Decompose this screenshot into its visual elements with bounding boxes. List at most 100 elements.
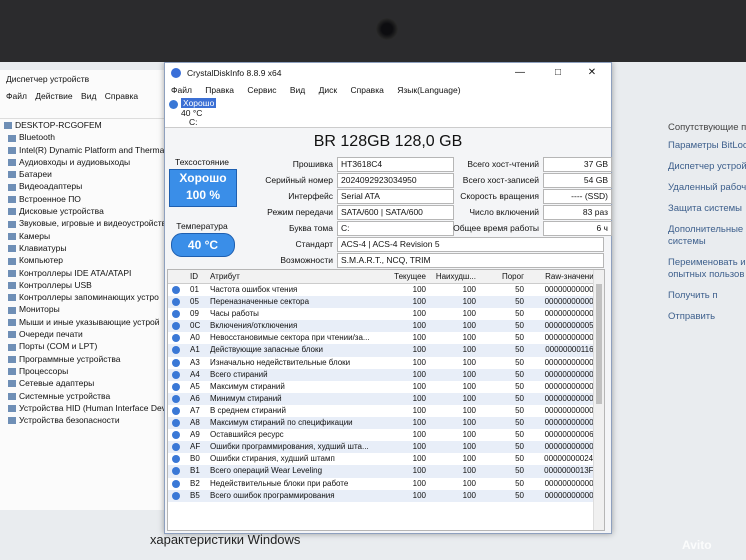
tree-item[interactable]: Аудиовходы и аудиовыходы xyxy=(2,156,168,168)
attr-threshold: 50 xyxy=(515,430,524,440)
laptop-bezel xyxy=(0,0,746,62)
smart-table[interactable]: ID Атрибут Текущее Наихудш... Порог Raw-… xyxy=(167,269,605,531)
tree-item[interactable]: Камеры xyxy=(2,230,168,242)
disk-selector[interactable]: Хорошо 40 °C C: xyxy=(165,97,611,128)
table-row[interactable]: 09 Часы работы 100 100 50 000000000006 xyxy=(168,308,604,320)
menu-view[interactable]: Вид xyxy=(290,85,305,95)
tree-item[interactable]: Контроллеры запоминающих устро xyxy=(2,291,168,303)
menu-service[interactable]: Сервис xyxy=(247,85,276,95)
table-row[interactable]: A9 Оставшийся ресурс 100 100 50 000000000064 xyxy=(168,429,604,441)
tree-item[interactable]: Батареи xyxy=(2,168,168,180)
device-category-icon xyxy=(8,146,16,154)
tree-item[interactable]: Мыши и иные указывающие устрой xyxy=(2,316,168,328)
related-link[interactable]: Удаленный рабоч xyxy=(668,182,746,194)
attr-id: B1 xyxy=(190,466,200,476)
tree-item[interactable]: Контроллеры IDE ATA/ATAPI xyxy=(2,267,168,279)
attr-name: Всего стираний xyxy=(210,369,268,379)
table-row[interactable]: A4 Всего стираний 100 100 50 000000000000 xyxy=(168,368,604,381)
tree-item[interactable]: Intel(R) Dynamic Platform and Therma xyxy=(2,144,168,156)
device-category-icon xyxy=(8,245,16,253)
rotation-value: ---- (SSD) xyxy=(543,189,612,204)
attr-raw: 000000000000 xyxy=(544,333,598,343)
attr-name: Максимум стираний по спецификации xyxy=(210,418,353,428)
tree-item[interactable]: Процессоры xyxy=(2,365,168,377)
table-row[interactable]: A5 Максимум стираний 100 100 50 000000000000 xyxy=(168,381,604,393)
table-row[interactable]: A7 В среднем стираний 100 100 50 000000000000 xyxy=(168,405,604,417)
table-row[interactable]: B2 Недействительные блоки при работе 100 10… xyxy=(168,478,604,490)
col-attribute[interactable]: Атрибут xyxy=(210,270,374,283)
table-row[interactable]: A0 Невосстановимые сектора при чтении/за.… xyxy=(168,332,604,344)
tree-item[interactable]: Bluetooth xyxy=(2,131,168,143)
table-row[interactable]: 01 Частота ошибок чтения 100 100 50 000000000… xyxy=(168,284,604,296)
tree-item[interactable]: Клавиатуры xyxy=(2,242,168,254)
menu-disk[interactable]: Диск xyxy=(319,85,337,95)
smart-table-scrollbar[interactable] xyxy=(593,270,604,530)
attr-id: B2 xyxy=(190,478,200,488)
col-raw[interactable]: Raw-значения xyxy=(526,270,598,283)
tree-root-computer[interactable]: DESKTOP-RCGOFEM xyxy=(2,119,168,131)
scrollbar-thumb[interactable] xyxy=(596,284,602,404)
table-row[interactable]: A8 Максимум стираний по спецификации 100 10… xyxy=(168,417,604,430)
menu-help[interactable]: Справка xyxy=(350,85,383,95)
table-row[interactable]: 05 Переназначенные сектора 100 100 50 0000000… xyxy=(168,296,604,309)
attr-raw: 000000000000 xyxy=(544,393,598,403)
table-row[interactable]: B0 Ошибки стирания, худший штамп 100 100 50 0… xyxy=(168,453,604,465)
attr-worst: 100 xyxy=(462,454,476,464)
related-link[interactable]: Получить п xyxy=(668,290,746,302)
col-worst[interactable]: Наихудш... xyxy=(430,270,476,283)
menu-file[interactable]: Файл xyxy=(171,85,192,95)
tree-item[interactable]: Звуковые, игровые и видеоустройств xyxy=(2,217,168,229)
menu-help[interactable]: Справка xyxy=(105,91,138,101)
menu-view[interactable]: Вид xyxy=(81,91,96,101)
col-threshold[interactable]: Порог xyxy=(480,270,524,283)
menu-action[interactable]: Действие xyxy=(35,91,72,101)
tree-item[interactable]: Мониторы xyxy=(2,303,168,315)
tree-item[interactable]: Порты (COM и LPT) xyxy=(2,340,168,352)
table-row[interactable]: AF Ошибки программирования, худший шта...… xyxy=(168,441,604,454)
table-row[interactable]: B5 Всего ошибок программирования 100 100 50 0… xyxy=(168,489,604,502)
tree-item[interactable]: Встроенное ПО xyxy=(2,193,168,205)
tree-item[interactable]: Очереди печати xyxy=(2,328,168,340)
tree-item[interactable]: Сетевые адаптеры xyxy=(2,377,168,389)
related-link[interactable]: Отправить xyxy=(668,311,746,323)
tree-item[interactable]: Устройства HID (Human Interface Dev xyxy=(2,402,168,414)
tree-item-label: Звуковые, игровые и видеоустройств xyxy=(19,218,167,229)
table-row[interactable]: 0C Включения/отключения 100 100 50 0000000000… xyxy=(168,320,604,333)
menu-language[interactable]: Язык(Language) xyxy=(397,85,460,95)
tree-item-label: Встроенное ПО xyxy=(19,193,81,204)
tree-item[interactable]: Устройства безопасности xyxy=(2,414,168,426)
attr-threshold: 50 xyxy=(515,466,524,476)
tree-item[interactable]: Дисковые устройства xyxy=(2,205,168,217)
related-link[interactable]: Дополнительные системы xyxy=(668,224,746,248)
col-current[interactable]: Текущее xyxy=(376,270,426,283)
table-row[interactable]: A3 Изначально недействительные блоки 100 10… xyxy=(168,357,604,369)
tree-item[interactable]: Программные устройства xyxy=(2,353,168,365)
host-writes-value: 54 GB xyxy=(543,173,612,188)
table-row[interactable]: B1 Всего операций Wear Leveling 100 100 50 00… xyxy=(168,465,604,478)
table-row[interactable]: A6 Минимум стираний 100 100 50 000000000000 xyxy=(168,392,604,405)
related-link[interactable]: Переименовать и опытных пользов xyxy=(668,257,746,281)
col-id[interactable]: ID xyxy=(190,270,210,283)
tree-item[interactable]: Контроллеры USB xyxy=(2,279,168,291)
health-status-value: Хорошо xyxy=(179,171,227,185)
attr-threshold: 50 xyxy=(515,297,524,307)
tree-item[interactable]: Видеоадаптеры xyxy=(2,180,168,192)
attr-raw: 000000000064 xyxy=(544,430,598,440)
attr-current: 100 xyxy=(412,430,426,440)
related-link[interactable]: Параметры BitLock xyxy=(668,140,746,152)
table-row[interactable]: A1 Действующие запасные блоки 100 100 50 0000… xyxy=(168,344,604,357)
related-link[interactable]: Диспетчер устрой xyxy=(668,161,746,173)
temperature-label: Температура xyxy=(176,221,228,231)
menu-file[interactable]: Файл xyxy=(6,91,27,101)
tree-item[interactable]: Системные устройства xyxy=(2,390,168,402)
menu-edit[interactable]: Правка xyxy=(205,85,234,95)
tree-item[interactable]: Компьютер xyxy=(2,254,168,266)
close-button[interactable]: ✕ xyxy=(577,63,607,83)
minimize-button[interactable]: — xyxy=(505,63,535,83)
maximize-button[interactable]: □ xyxy=(543,63,573,83)
health-status-button[interactable]: Хорошо 100 % xyxy=(169,169,237,207)
attr-id: AF xyxy=(190,442,201,452)
attr-threshold: 50 xyxy=(515,333,524,343)
attr-current: 100 xyxy=(412,466,426,476)
related-link[interactable]: Защита системы xyxy=(668,203,746,215)
